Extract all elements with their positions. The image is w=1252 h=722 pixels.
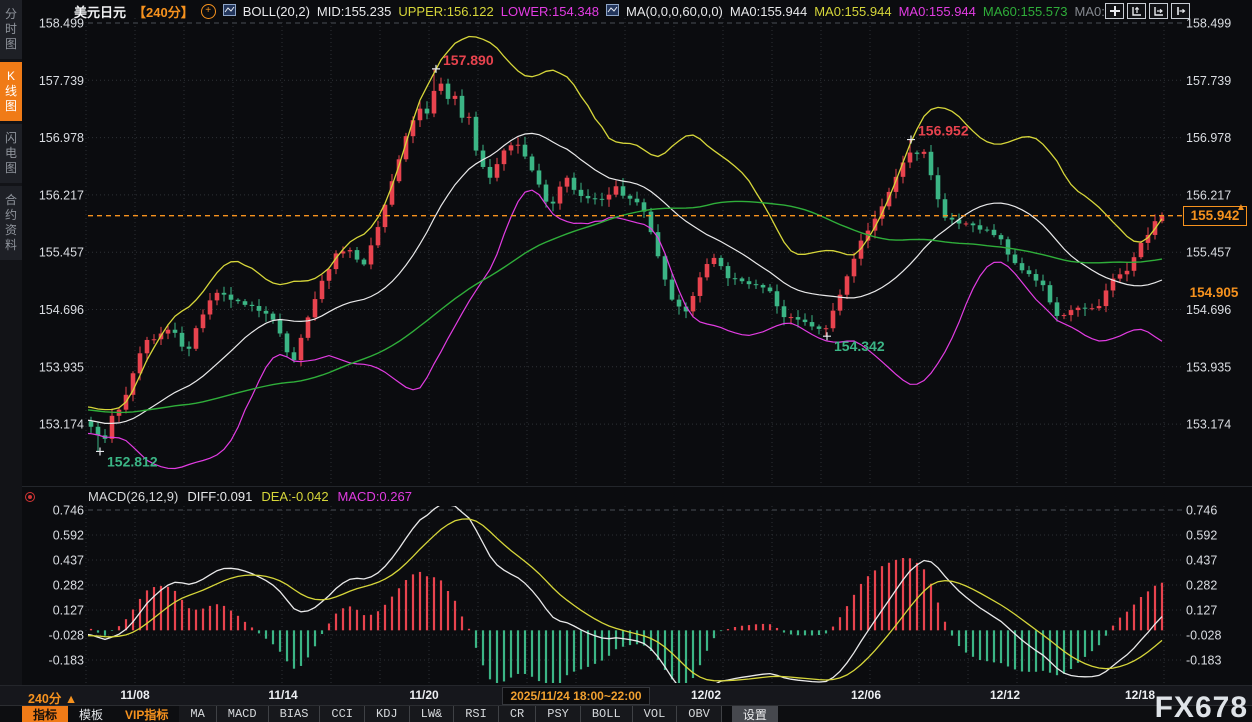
svg-text:156.952: 156.952	[918, 123, 969, 139]
chart-tool-icons	[1105, 3, 1190, 19]
ma-value: MA0:155.944	[814, 4, 891, 19]
add-indicator-icon[interactable]: +	[201, 4, 216, 19]
toolbar-item-BIAS[interactable]: BIAS	[269, 706, 321, 722]
svg-text:0.282: 0.282	[1186, 579, 1217, 593]
svg-text:157.739: 157.739	[1186, 74, 1231, 88]
sidebar-item-合约资料[interactable]: 合约资料	[0, 186, 22, 260]
macd-title: MACD(26,12,9)	[88, 489, 178, 504]
secondary-price-badge: 154.905	[1183, 284, 1245, 302]
date-label: 11/08	[120, 688, 149, 702]
svg-text:153.935: 153.935	[39, 360, 84, 374]
svg-text:156.217: 156.217	[1186, 188, 1231, 202]
toolbar-item-设置[interactable]: 设置	[732, 706, 778, 722]
svg-text:0.592: 0.592	[1186, 529, 1217, 543]
date-label: 12/02	[691, 688, 721, 702]
date-label: 11/14	[268, 688, 297, 702]
macd-dea-value: DEA:-0.042	[261, 489, 328, 504]
boll-lower-value: LOWER:154.348	[501, 4, 599, 19]
ma-value: MA0:155.944	[899, 4, 976, 19]
toolbar-item-指标[interactable]: 指标	[22, 706, 68, 722]
macd-header: MACD(26,12,9) DIFF:0.091 DEA:-0.042 MACD…	[88, 489, 421, 504]
svg-text:154.696: 154.696	[39, 303, 84, 317]
date-label: 12/18	[1125, 688, 1155, 702]
sidebar-item-闪电图[interactable]: 闪电图	[0, 124, 22, 183]
svg-text:156.978: 156.978	[1186, 131, 1231, 145]
ma-value: MA0:155.944	[730, 4, 807, 19]
svg-text:158.499: 158.499	[1186, 17, 1231, 31]
svg-text:0.127: 0.127	[53, 604, 84, 618]
svg-text:157.890: 157.890	[443, 52, 494, 68]
svg-text:155.457: 155.457	[39, 246, 84, 260]
ma-values: MA0:155.944 MA0:155.944 MA0:155.944 MA60:15…	[730, 4, 1112, 19]
svg-text:0.437: 0.437	[1186, 554, 1217, 568]
svg-text:0.746: 0.746	[1186, 504, 1217, 518]
indicator-toolbar: 指标模板VIP指标MAMACDBIASCCIKDJLW&RSICRPSYBOLL…	[0, 705, 1252, 722]
toolbar-item-PSY[interactable]: PSY	[536, 706, 581, 722]
boll-upper-value: UPPER:156.122	[398, 4, 493, 19]
svg-text:0.282: 0.282	[53, 579, 84, 593]
svg-text:0.592: 0.592	[53, 529, 84, 543]
price-arrow-icon: ▲	[1236, 202, 1246, 213]
ma-value: MA0:	[1074, 4, 1104, 19]
ma-name: MA(0,0,0,60,0,0)	[626, 4, 723, 19]
time-axis-bar: 240分 ▲ 2025/11/24 18:00~22:00 一 11/0811/…	[0, 685, 1252, 706]
svg-text:-0.028: -0.028	[49, 629, 84, 643]
svg-text:0.437: 0.437	[53, 554, 84, 568]
svg-text:-0.183: -0.183	[49, 654, 84, 668]
toolbar-item-RSI[interactable]: RSI	[454, 706, 499, 722]
macd-macd-value: MACD:0.267	[338, 489, 412, 504]
chart-header: 美元日元 【240分】 + BOLL(20,2) MID:155.235 UPP…	[74, 2, 1119, 20]
toolbar-item-OBV[interactable]: OBV	[677, 706, 722, 722]
toolbar-item-LW&[interactable]: LW&	[410, 706, 455, 722]
svg-text:-0.183: -0.183	[1186, 654, 1221, 668]
date-label: 12/06	[851, 688, 881, 702]
symbol-name: 美元日元	[74, 2, 126, 21]
boll-name: BOLL(20,2)	[243, 4, 310, 19]
svg-text:157.739: 157.739	[39, 74, 84, 88]
svg-text:152.812: 152.812	[107, 453, 158, 469]
svg-text:154.342: 154.342	[834, 338, 885, 354]
boll-chart-icon[interactable]	[223, 4, 236, 19]
svg-text:156.217: 156.217	[39, 188, 84, 202]
indicator-settings-icon[interactable]	[25, 492, 35, 502]
hovered-candle-time: 2025/11/24 18:00~22:00 一	[502, 687, 650, 705]
watermark: FX678	[1155, 691, 1248, 722]
toolbar-item-CR[interactable]: CR	[499, 706, 536, 722]
boll-mid-value: MID:155.235	[317, 4, 391, 19]
ma-value: MA60:155.573	[983, 4, 1068, 19]
axis-right-icon[interactable]	[1149, 3, 1168, 19]
toolbar-item-CCI[interactable]: CCI	[320, 706, 365, 722]
svg-text:156.978: 156.978	[39, 131, 84, 145]
shift-right-icon[interactable]	[1171, 3, 1190, 19]
svg-text:153.174: 153.174	[1186, 418, 1231, 432]
toolbar-item-VIP指标[interactable]: VIP指标	[114, 706, 179, 722]
move-icon[interactable]	[1105, 3, 1124, 19]
ma-chart-icon[interactable]	[606, 4, 619, 19]
trading-app-window: 158.499158.499157.739157.739156.978156.9…	[0, 0, 1252, 722]
toolbar-item-VOL[interactable]: VOL	[633, 706, 678, 722]
date-label: 12/12	[990, 688, 1020, 702]
date-label: 11/20	[409, 688, 438, 702]
period-label[interactable]: 【240分】	[133, 2, 194, 21]
svg-text:0.746: 0.746	[53, 504, 84, 518]
axis-up-icon[interactable]	[1127, 3, 1146, 19]
toolbar-item-BOLL[interactable]: BOLL	[581, 706, 633, 722]
svg-text:155.457: 155.457	[1186, 246, 1231, 260]
candlestick-chart[interactable]: 158.499158.499157.739157.739156.978156.9…	[0, 0, 1252, 685]
toolbar-item-KDJ[interactable]: KDJ	[365, 706, 410, 722]
toolbar-item-MACD[interactable]: MACD	[217, 706, 269, 722]
svg-text:0.127: 0.127	[1186, 604, 1217, 618]
sidebar-item-分时图[interactable]: 分时图	[0, 0, 22, 59]
toolbar-item-模板[interactable]: 模板	[68, 706, 114, 722]
svg-text:153.174: 153.174	[39, 418, 84, 432]
sidebar-item-K线图[interactable]: K线图	[0, 62, 22, 121]
chart-type-sidebar: 分时图 K线图闪电图合约资料	[0, 0, 22, 685]
svg-text:-0.028: -0.028	[1186, 629, 1221, 643]
svg-text:153.935: 153.935	[1186, 360, 1231, 374]
toolbar-item-MA[interactable]: MA	[179, 706, 216, 722]
macd-diff-value: DIFF:0.091	[187, 489, 252, 504]
svg-text:154.696: 154.696	[1186, 303, 1231, 317]
